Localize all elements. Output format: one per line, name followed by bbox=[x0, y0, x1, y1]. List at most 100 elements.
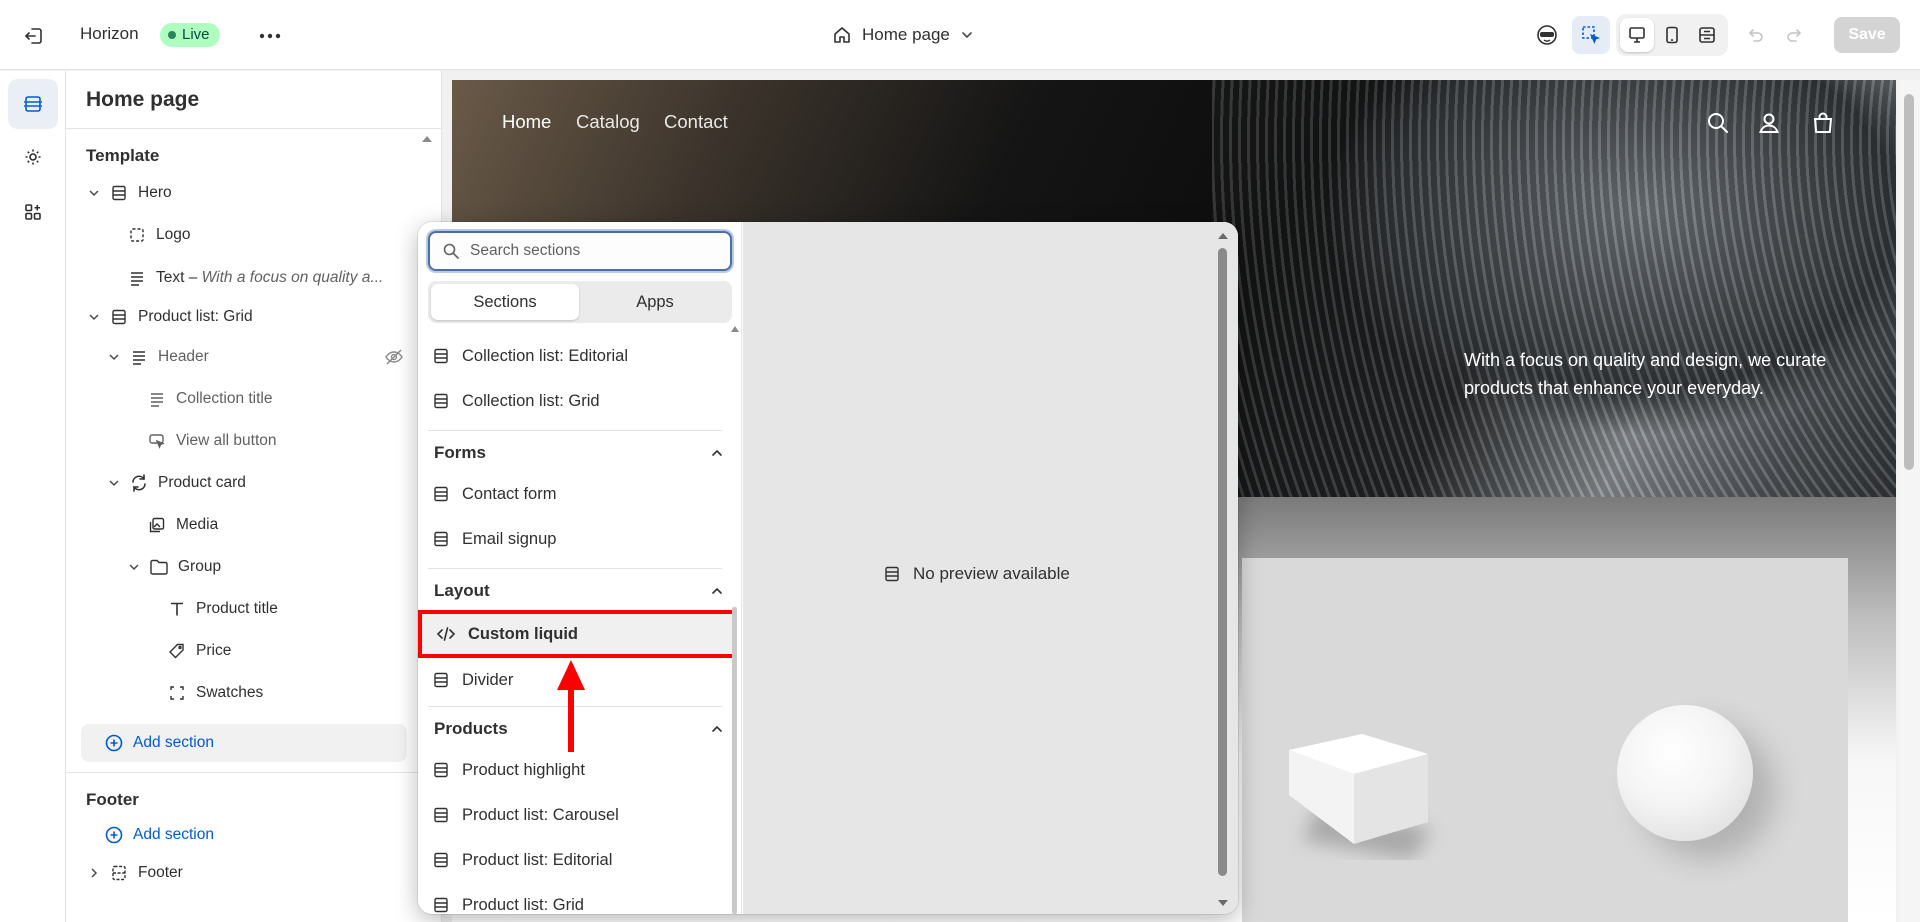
tab-sections[interactable]: Sections bbox=[431, 284, 579, 320]
live-badge: Live bbox=[160, 23, 220, 47]
redo-icon[interactable] bbox=[1776, 16, 1814, 54]
price-tag-icon bbox=[166, 640, 188, 662]
tree-item-swatches[interactable]: Swatches bbox=[166, 673, 263, 713]
sphere-product-image bbox=[1617, 705, 1753, 841]
list-item[interactable]: Collection list: Editorial bbox=[432, 334, 722, 378]
tree-label: Swatches bbox=[196, 684, 264, 701]
viewport-toggle-group bbox=[1616, 14, 1728, 56]
tree-item-hero[interactable]: Hero bbox=[84, 173, 172, 213]
list-item[interactable]: Collection list: Grid bbox=[432, 379, 722, 423]
tree-item-group[interactable]: Group bbox=[124, 547, 221, 587]
repeat-icon bbox=[128, 472, 150, 494]
fullscreen-view-icon[interactable] bbox=[1690, 18, 1724, 52]
ai-sidekick-icon[interactable] bbox=[1528, 16, 1566, 54]
nav-link-home[interactable]: Home bbox=[502, 111, 551, 133]
list-item[interactable]: Email signup bbox=[432, 517, 722, 561]
scroll-thumb[interactable] bbox=[1218, 248, 1227, 876]
preview-panel-scrollbar[interactable] bbox=[1215, 228, 1231, 912]
search-field[interactable] bbox=[428, 231, 732, 271]
section-icon bbox=[432, 851, 450, 869]
search-input[interactable] bbox=[470, 242, 710, 260]
category-forms[interactable]: Forms bbox=[434, 433, 724, 473]
scroll-thumb[interactable] bbox=[1904, 94, 1914, 470]
tree-label: Collection title bbox=[176, 390, 273, 407]
category-layout[interactable]: Layout bbox=[434, 571, 724, 611]
text-type-icon bbox=[166, 598, 188, 620]
chevron-down-icon bbox=[960, 28, 974, 42]
more-actions-icon[interactable] bbox=[256, 22, 284, 50]
preview-scrollbar[interactable] bbox=[1899, 80, 1920, 922]
cart-icon[interactable] bbox=[1810, 110, 1836, 136]
tree-label: Header bbox=[158, 348, 209, 365]
chevron-down-icon[interactable] bbox=[84, 183, 104, 203]
account-icon[interactable] bbox=[1756, 110, 1782, 136]
app-blocks-icon[interactable] bbox=[8, 187, 58, 237]
nav-link-contact[interactable]: Contact bbox=[664, 111, 728, 133]
theme-name: Horizon bbox=[80, 24, 139, 43]
scroll-up-icon[interactable] bbox=[421, 135, 433, 143]
home-icon bbox=[832, 25, 852, 45]
mobile-view-icon[interactable] bbox=[1655, 18, 1689, 52]
tree-label: Text bbox=[156, 269, 185, 286]
tree-label: Hero bbox=[138, 184, 172, 201]
divider bbox=[428, 430, 722, 431]
section-icon bbox=[108, 182, 130, 204]
list-item-label: Product highlight bbox=[462, 760, 585, 779]
section-icon bbox=[432, 347, 450, 365]
chevron-up-icon bbox=[710, 584, 724, 598]
footer-heading: Footer bbox=[86, 790, 139, 809]
list-item[interactable]: Contact form bbox=[432, 472, 722, 516]
undo-icon[interactable] bbox=[1736, 16, 1774, 54]
tree-item-product-card[interactable]: Product card bbox=[104, 463, 246, 503]
plus-circle-icon bbox=[105, 734, 123, 752]
category-label: Layout bbox=[434, 581, 490, 600]
eye-hidden-icon[interactable] bbox=[384, 347, 404, 367]
list-item-label: Product list: Editorial bbox=[462, 850, 613, 869]
section-icon bbox=[432, 761, 450, 779]
search-icon bbox=[442, 242, 460, 260]
save-button[interactable]: Save bbox=[1834, 17, 1900, 53]
tree-label: Media bbox=[176, 516, 219, 533]
footer-add-section-button[interactable]: Add section bbox=[81, 816, 407, 854]
chevron-down-icon[interactable] bbox=[104, 347, 124, 367]
list-item[interactable]: Product list: Editorial bbox=[432, 838, 722, 882]
list-item-label: Collection list: Editorial bbox=[462, 346, 628, 365]
list-item[interactable]: Product list: Carousel bbox=[432, 793, 722, 837]
list-item-label: Divider bbox=[462, 670, 514, 689]
tree-item-price[interactable]: Price bbox=[166, 631, 231, 671]
add-section-button[interactable]: Add section bbox=[81, 724, 407, 762]
sections-icon[interactable] bbox=[8, 79, 58, 129]
tree-label: Price bbox=[196, 642, 232, 659]
search-icon[interactable] bbox=[1705, 110, 1731, 136]
tree-item-header[interactable]: Header bbox=[104, 337, 424, 377]
tree-item-product-title[interactable]: Product title bbox=[166, 589, 278, 629]
gear-icon[interactable] bbox=[8, 132, 58, 182]
tree-item-product-list[interactable]: Product list: Grid bbox=[84, 297, 253, 337]
tree-item-logo[interactable]: Logo bbox=[126, 215, 190, 255]
list-item-custom-liquid[interactable]: Custom liquid bbox=[418, 610, 736, 658]
divider bbox=[66, 772, 442, 773]
tree-item-text[interactable]: Text – With a focus on quality a... bbox=[126, 258, 426, 298]
section-list: Collection list: Editorial Collection li… bbox=[418, 334, 740, 914]
chevron-right-icon[interactable] bbox=[84, 863, 104, 883]
add-section-label: Add section bbox=[133, 734, 214, 751]
list-scrollbar[interactable] bbox=[730, 322, 740, 914]
tab-apps[interactable]: Apps bbox=[581, 284, 729, 320]
list-item[interactable]: Product list: Grid bbox=[432, 883, 722, 914]
desktop-view-icon[interactable] bbox=[1620, 18, 1654, 52]
chevron-down-icon[interactable] bbox=[84, 307, 104, 327]
inspector-cursor-icon[interactable] bbox=[1572, 16, 1610, 54]
page-selector[interactable]: Home page bbox=[832, 20, 974, 50]
tree-item-collection-title[interactable]: Collection title bbox=[146, 379, 273, 419]
exit-icon[interactable] bbox=[20, 22, 48, 50]
tree-item-footer[interactable]: Footer bbox=[84, 853, 183, 893]
nav-link-catalog[interactable]: Catalog bbox=[576, 111, 640, 133]
tree-item-view-all-button[interactable]: View all button bbox=[146, 421, 277, 461]
list-item-label: Email signup bbox=[462, 529, 557, 548]
plus-circle-icon bbox=[105, 826, 123, 844]
chevron-down-icon[interactable] bbox=[124, 557, 144, 577]
list-item[interactable]: Product highlight bbox=[432, 748, 722, 792]
chevron-down-icon[interactable] bbox=[104, 473, 124, 493]
tree-item-media[interactable]: Media bbox=[146, 505, 218, 545]
logo-frame-icon bbox=[126, 224, 148, 246]
